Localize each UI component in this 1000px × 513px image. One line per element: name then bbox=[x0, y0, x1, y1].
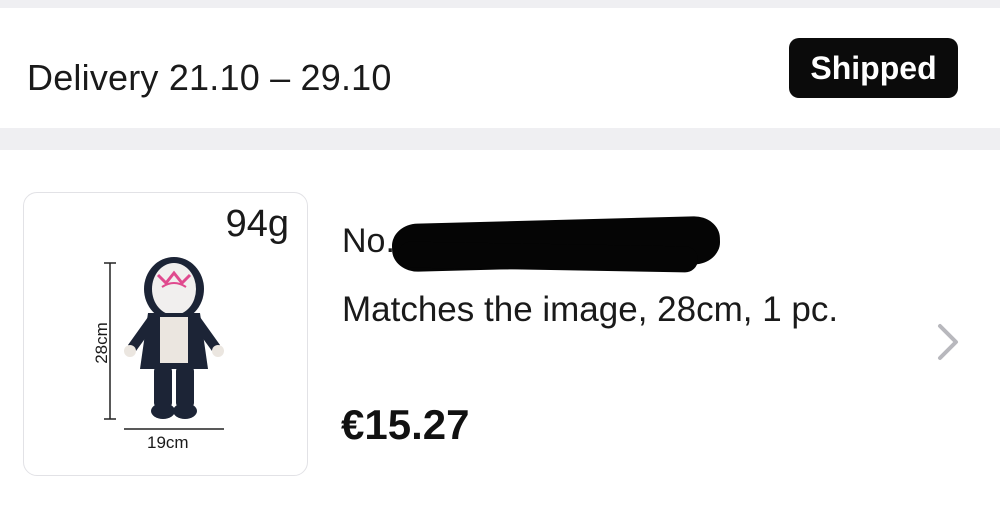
top-separator bbox=[0, 0, 1000, 8]
section-divider bbox=[0, 128, 1000, 150]
product-price: €15.27 bbox=[341, 401, 470, 448]
status-badge: Shipped bbox=[789, 38, 958, 98]
product-thumbnail[interactable]: 94g 28cm 19cm bbox=[23, 192, 308, 476]
product-height-label: 28cm bbox=[92, 322, 111, 364]
product-width-label: 19cm bbox=[147, 433, 189, 452]
chevron-right-icon[interactable] bbox=[930, 320, 966, 364]
order-item-row[interactable]: 94g 28cm 19cm No. Matches the image, 28c… bbox=[0, 150, 1000, 513]
redaction-mark bbox=[397, 241, 699, 273]
delivery-date-range: Delivery 21.10 – 29.10 bbox=[27, 57, 392, 98]
product-number-label: No. bbox=[342, 222, 395, 260]
product-variant: Matches the image, 28cm, 1 pc. bbox=[342, 290, 839, 329]
delivery-header: Delivery 21.10 – 29.10 Shipped bbox=[0, 8, 1000, 128]
